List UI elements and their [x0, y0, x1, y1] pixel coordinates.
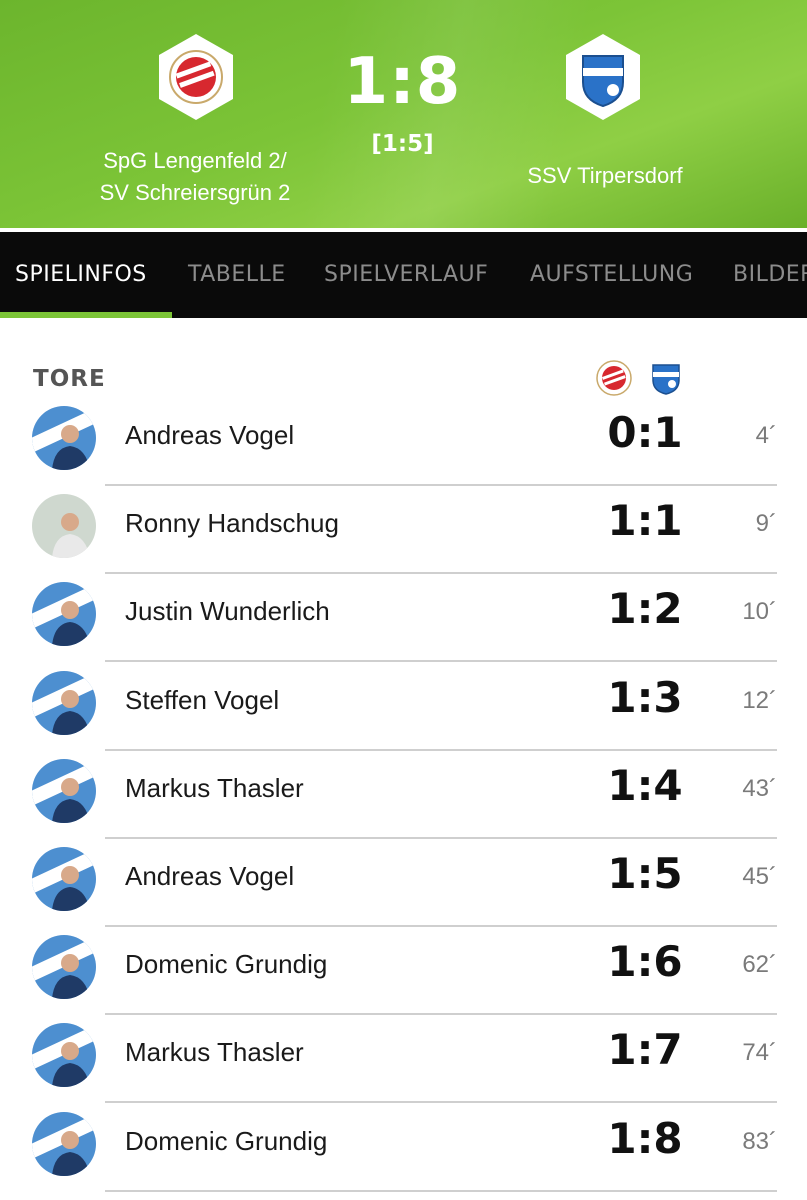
goal-minute: 45´	[742, 863, 777, 890]
goal-minute: 12´	[742, 686, 777, 714]
goal-score: 1:8	[607, 1113, 683, 1163]
goal-score: 0:1	[607, 408, 683, 457]
goal-score: 1:1	[607, 496, 683, 546]
goal-row[interactable]: Steffen Vogel 1:3 12´	[0, 663, 807, 751]
goal-score: 1:2	[607, 584, 683, 634]
tab-bar: SPIELINFOS TABELLE SPIELVERLAUF AUFSTELL…	[0, 232, 807, 318]
match-header: 1:8 [1:5] SpG Lengenfeld 2/ SV Schreiers…	[0, 0, 807, 228]
away-team-mini-logo	[652, 364, 680, 395]
row-divider	[105, 1189, 777, 1192]
home-team-name[interactable]: SpG Lengenfeld 2/ SV Schreiersgrün 2	[60, 145, 330, 209]
tab-spielinfos[interactable]: SPIELINFOS	[15, 262, 147, 287]
home-team-mini-logo	[596, 360, 632, 396]
home-team-logo[interactable]	[156, 32, 236, 122]
goal-minute: 74´	[742, 1039, 777, 1067]
goal-score: 1:6	[607, 937, 683, 987]
player-avatar[interactable]	[32, 582, 96, 647]
player-name[interactable]: Andreas Vogel	[125, 861, 294, 892]
player-name[interactable]: Justin Wunderlich	[125, 596, 330, 627]
goal-row[interactable]: Markus Thasler 1:4 43´	[0, 751, 807, 839]
goal-minute: 10´	[742, 598, 777, 626]
goal-minute: 4´	[755, 422, 777, 449]
player-name[interactable]: Domenic Grundig	[125, 949, 327, 980]
tab-tabelle[interactable]: TABELLE	[188, 262, 286, 287]
goal-score: 1:7	[607, 1025, 683, 1075]
match-score: 1:8	[343, 45, 462, 119]
player-name[interactable]: Markus Thasler	[125, 1037, 304, 1068]
player-name[interactable]: Andreas Vogel	[125, 420, 294, 451]
player-avatar[interactable]	[32, 1111, 96, 1176]
player-name[interactable]: Ronny Handschug	[125, 508, 339, 539]
goal-row[interactable]: Domenic Grundig 1:8 83´	[0, 1104, 807, 1192]
player-avatar[interactable]	[32, 406, 96, 470]
player-name[interactable]: Steffen Vogel	[125, 685, 279, 716]
goal-row[interactable]: Andreas Vogel 0:1 4´	[0, 398, 807, 486]
player-name[interactable]: Domenic Grundig	[125, 1126, 327, 1157]
goal-score: 1:5	[607, 849, 683, 898]
player-avatar[interactable]	[32, 1023, 96, 1088]
player-avatar[interactable]	[32, 670, 96, 735]
player-name[interactable]: Markus Thasler	[125, 773, 304, 804]
home-team-name-line-2: SV Schreiersgrün 2	[99, 180, 291, 205]
goal-minute: 62´	[742, 951, 777, 979]
away-team-name[interactable]: SSV Tirpersdorf	[490, 160, 720, 192]
goal-score: 1:3	[607, 672, 683, 722]
tab-bilder[interactable]: BILDER	[733, 262, 807, 287]
player-avatar[interactable]	[32, 758, 96, 823]
section-title: TORE	[33, 366, 106, 392]
active-tab-indicator	[0, 312, 172, 318]
player-avatar[interactable]	[32, 935, 96, 1000]
goal-minute: 9´	[755, 510, 777, 538]
goal-score: 1:4	[607, 760, 683, 810]
tab-aufstellung[interactable]: AUFSTELLUNG	[530, 262, 693, 287]
goal-row[interactable]: Ronny Handschug 1:1 9´	[0, 486, 807, 575]
goal-minute: 43´	[742, 774, 777, 802]
home-team-name-line-1: SpG Lengenfeld 2/	[103, 148, 287, 173]
halftime-score: [1:5]	[371, 131, 434, 157]
goal-row[interactable]: Andreas Vogel 1:5 45´	[0, 839, 807, 927]
player-avatar[interactable]	[32, 847, 96, 911]
goal-row[interactable]: Justin Wunderlich 1:2 10´	[0, 574, 807, 663]
tab-spielverlauf[interactable]: SPIELVERLAUF	[324, 262, 488, 287]
goal-row[interactable]: Markus Thasler 1:7 74´	[0, 1015, 807, 1104]
player-avatar[interactable]	[32, 494, 96, 559]
goal-row[interactable]: Domenic Grundig 1:6 62´	[0, 927, 807, 1016]
goal-minute: 83´	[742, 1127, 777, 1155]
away-team-logo[interactable]	[563, 32, 643, 122]
